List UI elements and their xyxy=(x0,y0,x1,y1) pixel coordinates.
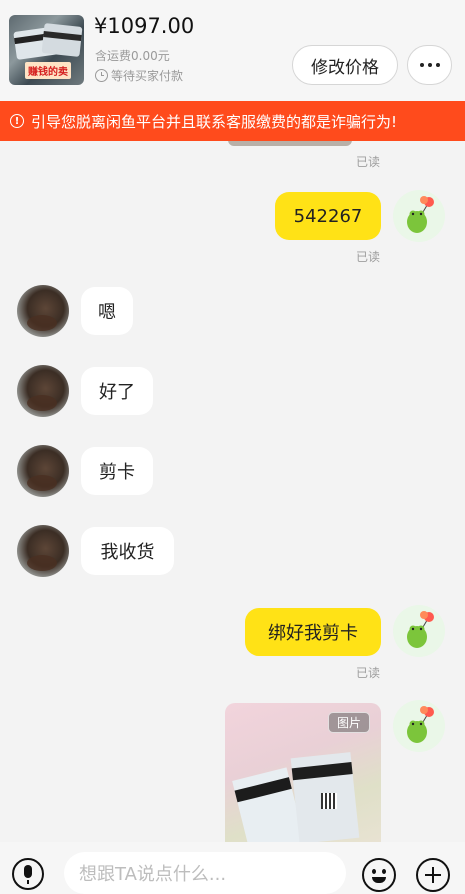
chat-input-bar: 想跟TA说点什么... xyxy=(0,842,465,894)
read-receipt: 已读 xyxy=(356,666,381,680)
modify-price-button[interactable]: 修改价格 xyxy=(292,45,398,85)
frog-avatar-icon xyxy=(407,706,434,743)
qr-code-icon xyxy=(321,793,337,809)
item-thumbnail[interactable]: 赚钱的卖 xyxy=(9,15,84,85)
own-avatar[interactable] xyxy=(393,700,445,752)
emoji-icon[interactable] xyxy=(362,858,396,892)
own-avatar[interactable] xyxy=(393,190,445,242)
message-bubble-other[interactable]: 我收货 xyxy=(81,527,174,575)
more-dot-icon xyxy=(419,63,424,67)
contact-avatar[interactable] xyxy=(17,365,69,417)
frog-avatar-icon xyxy=(407,196,434,233)
message-bubble-other[interactable]: 好了 xyxy=(81,367,153,415)
order-status: 等待买家付款 xyxy=(95,67,183,84)
shipping-fee: 含运费0.00元 xyxy=(95,49,170,63)
message-bubble-own[interactable]: 绑好我剪卡 xyxy=(245,608,381,656)
contact-avatar[interactable] xyxy=(17,285,69,337)
frog-avatar-icon xyxy=(407,611,434,648)
order-header: 赚钱的卖 ¥1097.00 含运费0.00元 等待买家付款 修改价格 xyxy=(0,0,465,101)
contact-avatar[interactable] xyxy=(17,525,69,577)
message-input[interactable]: 想跟TA说点什么... xyxy=(64,852,346,894)
fraud-warning-text: 引导您脱离闲鱼平台并且联系客服缴费的都是诈骗行为! xyxy=(31,112,398,131)
contact-avatar[interactable] xyxy=(17,445,69,497)
order-status-text: 等待买家付款 xyxy=(111,69,184,83)
clock-icon xyxy=(95,69,108,82)
plus-icon[interactable] xyxy=(416,858,450,892)
message-bubble-other[interactable]: 剪卡 xyxy=(81,447,153,495)
more-dot-icon xyxy=(427,63,432,67)
read-receipt: 已读 xyxy=(356,250,381,264)
exclamation-circle-icon: ! xyxy=(10,114,24,128)
read-receipt: 已读 xyxy=(356,155,381,169)
more-options-button[interactable] xyxy=(407,45,452,85)
more-dot-icon xyxy=(435,63,440,67)
card-image xyxy=(41,23,83,57)
image-message[interactable]: 图片 xyxy=(225,703,381,842)
fraud-warning-banner: ! 引导您脱离闲鱼平台并且联系客服缴费的都是诈骗行为! xyxy=(0,101,465,141)
image-tag: 图片 xyxy=(327,712,370,733)
item-price: ¥1097.00 xyxy=(94,14,195,38)
message-bubble-other[interactable]: 嗯 xyxy=(81,287,133,335)
thumbnail-tag: 赚钱的卖 xyxy=(25,62,71,79)
message-bubble-own[interactable]: 542267 xyxy=(275,192,381,240)
own-avatar[interactable] xyxy=(393,605,445,657)
microphone-icon[interactable] xyxy=(12,858,44,890)
